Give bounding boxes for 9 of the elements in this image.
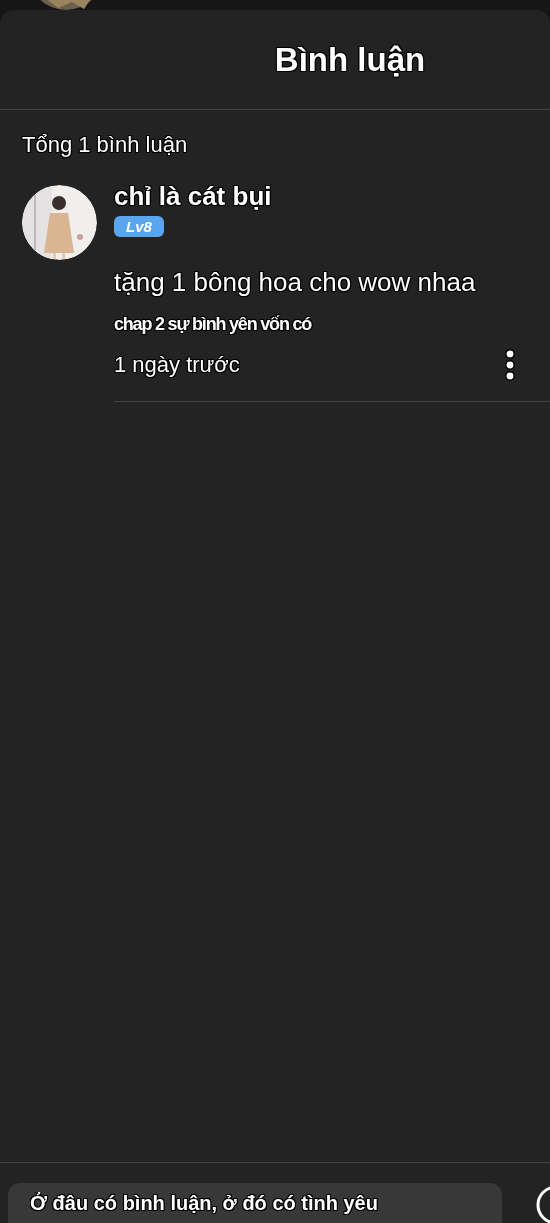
comment-input[interactable]: Ở đâu có bình luận, ở đó có tình yêu bbox=[8, 1183, 502, 1223]
more-icon[interactable] bbox=[504, 349, 516, 381]
chapter-label: chap 2 sự bình yên vốn có bbox=[114, 314, 312, 335]
level-badge: Lv8 bbox=[114, 216, 164, 237]
sheet-title: Bình luận bbox=[274, 40, 426, 79]
username: chỉ là cát bụi bbox=[114, 181, 272, 212]
comment-text: tặng 1 bông hoa cho wow nhaa bbox=[114, 267, 476, 298]
timestamp: 1 ngày trước bbox=[114, 352, 240, 378]
comment-count: Tổng 1 bình luận bbox=[22, 132, 188, 158]
